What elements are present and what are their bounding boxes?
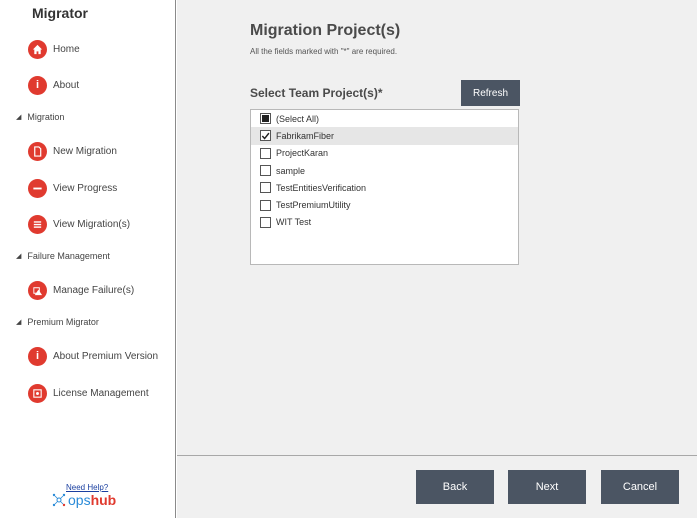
page-title: Migration Project(s) (250, 22, 401, 39)
sidebar-item-label: About (53, 79, 80, 91)
project-label: sample (276, 165, 306, 176)
section-migration[interactable]: ◢ Migration (16, 110, 64, 124)
select-team-projects-label: Select Team Project(s)* (250, 86, 383, 100)
opshub-logo: ops hub (52, 492, 116, 508)
sidebar-item-about[interactable]: i About (28, 74, 79, 96)
footer-bar: Back Next Cancel (177, 455, 697, 518)
project-label: ProjectKaran (276, 148, 329, 159)
sidebar: Migrator Home i About ◢ Migration New Mi… (0, 0, 176, 518)
project-label: WIT Test (276, 217, 312, 228)
sidebar-item-label: View Progress (53, 182, 118, 194)
need-help-link[interactable]: Need Help? (66, 483, 108, 492)
collapse-triangle-icon: ◢ (16, 253, 22, 260)
section-label: Premium Migrator (27, 317, 99, 327)
sidebar-item-label: New Migration (53, 145, 117, 157)
required-fields-note: All the fields marked with "*" are requi… (250, 47, 398, 56)
project-label: TestPremiumUtility (276, 200, 351, 211)
back-button[interactable]: Back (416, 470, 494, 504)
checkbox-unchecked[interactable] (260, 165, 271, 177)
list-icon (28, 214, 47, 234)
info-icon: i (28, 75, 47, 95)
project-list-item[interactable]: TestPremiumUtility (251, 196, 518, 213)
cancel-button[interactable]: Cancel (601, 470, 679, 504)
warning-icon (28, 280, 47, 300)
checkbox-partial[interactable] (260, 113, 271, 125)
sidebar-item-home[interactable]: Home (28, 38, 80, 60)
document-icon (28, 141, 47, 161)
collapse-triangle-icon: ◢ (16, 319, 22, 326)
collapse-triangle-icon: ◢ (16, 114, 22, 121)
opshub-logo-icon (52, 493, 66, 507)
home-icon (28, 39, 47, 59)
license-icon (28, 383, 47, 403)
brand-text-hub: hub (90, 492, 117, 508)
sidebar-item-about-premium[interactable]: i About Premium Version (28, 345, 158, 367)
refresh-button[interactable]: Refresh (461, 80, 520, 106)
checkbox-unchecked[interactable] (260, 216, 271, 228)
project-list-item[interactable]: FabrikamFiber (251, 127, 518, 145)
sidebar-item-view-migrations[interactable]: View Migration(s) (28, 213, 130, 235)
section-failure-management[interactable]: ◢ Failure Management (16, 249, 110, 263)
project-list-item[interactable]: sample (251, 162, 518, 179)
checkmark-icon (261, 132, 270, 140)
section-label: Failure Management (27, 251, 110, 261)
sidebar-item-license-management[interactable]: License Management (28, 382, 149, 404)
checkbox-unchecked[interactable] (260, 182, 271, 194)
sidebar-item-label: Manage Failure(s) (53, 284, 135, 296)
main-panel: Migration Project(s) All the fields mark… (177, 0, 697, 455)
project-label: FabrikamFiber (276, 130, 335, 141)
checkbox-unchecked[interactable] (260, 199, 271, 211)
sidebar-item-view-progress[interactable]: View Progress (28, 177, 117, 199)
info-icon: i (28, 346, 47, 366)
brand-text-ops: ops (68, 492, 91, 508)
project-list-item[interactable]: (Select All) (251, 110, 518, 127)
next-button[interactable]: Next (508, 470, 586, 504)
team-project-list[interactable]: (Select All) FabrikamFiber ProjectKaran sam… (250, 109, 519, 265)
section-premium-migrator[interactable]: ◢ Premium Migrator (16, 315, 99, 329)
project-label: (Select All) (276, 113, 320, 124)
sidebar-item-label: About Premium Version (53, 350, 159, 362)
sidebar-item-manage-failures[interactable]: Manage Failure(s) (28, 279, 134, 301)
sidebar-item-label: View Migration(s) (53, 218, 131, 230)
project-label: TestEntitiesVerification (276, 182, 367, 193)
project-list-item[interactable]: ProjectKaran (251, 145, 518, 162)
sidebar-item-new-migration[interactable]: New Migration (28, 140, 117, 162)
checkbox-unchecked[interactable] (260, 147, 271, 159)
section-label: Migration (27, 112, 65, 122)
sidebar-item-label: Home (53, 43, 80, 55)
progress-icon (28, 178, 47, 198)
sidebar-item-label: License Management (53, 387, 149, 399)
checkbox-checked[interactable] (260, 130, 271, 142)
app-title: Migrator (32, 5, 88, 21)
project-list-item[interactable]: TestEntitiesVerification (251, 179, 518, 196)
project-list-item[interactable]: WIT Test (251, 214, 518, 231)
